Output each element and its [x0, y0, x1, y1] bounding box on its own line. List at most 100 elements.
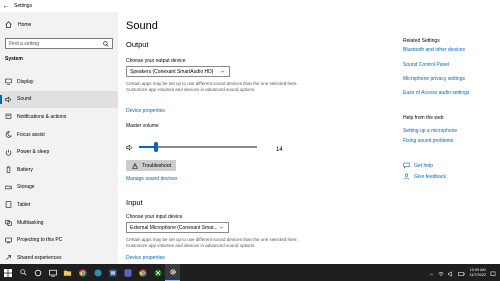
- related-link-bluetooth[interactable]: Bluetooth and other devices: [403, 47, 465, 53]
- troubleshoot-button[interactable]: Troubleshoot: [126, 160, 176, 171]
- sidebar-item-notifications[interactable]: Notifications & actions: [0, 108, 118, 126]
- chrome-icon: [78, 268, 87, 277]
- master-volume-slider[interactable]: [139, 142, 257, 152]
- input-device-dropdown[interactable]: External Microphone (Conexant Smar...: [126, 222, 229, 233]
- taskbar-app-chrome[interactable]: [75, 264, 90, 281]
- edge-icon: [93, 268, 102, 277]
- volume-value: 14: [276, 147, 283, 153]
- sidebar: Home System Display Sound Notifications …: [0, 12, 118, 264]
- display-icon: [5, 78, 12, 85]
- sidebar-item-label: Notifications & actions: [17, 113, 67, 120]
- related-settings-heading: Related Settings: [403, 38, 440, 44]
- search-box[interactable]: [5, 38, 113, 49]
- input-device-properties-link[interactable]: Device properties: [126, 255, 165, 261]
- output-heading: Output: [126, 40, 149, 49]
- manage-sound-devices-link[interactable]: Manage sound devices: [126, 176, 177, 182]
- sidebar-item-label: Battery: [17, 166, 33, 173]
- related-link-sound-control-panel[interactable]: Sound Control Panel: [403, 62, 449, 68]
- give-feedback-link[interactable]: Give feedback: [403, 173, 446, 180]
- sidebar-item-label: Display: [17, 78, 34, 85]
- sidebar-item-display[interactable]: Display: [0, 73, 118, 91]
- taskbar-app-teams[interactable]: [120, 264, 135, 281]
- taskbar-app-chrome-2[interactable]: [135, 264, 150, 281]
- taskbar-app-word[interactable]: W: [105, 264, 120, 281]
- task-view-icon: [34, 269, 41, 276]
- taskbar-app-file-explorer[interactable]: [60, 264, 75, 281]
- sidebar-item-power-sleep[interactable]: Power & sleep: [0, 143, 118, 161]
- taskbar-app-widgets[interactable]: [45, 264, 60, 281]
- sidebar-item-label: Multitasking: [17, 219, 44, 226]
- sidebar-item-label: Shared experiences: [17, 254, 62, 261]
- windows-logo-icon: [4, 268, 12, 277]
- home-icon: [5, 21, 12, 28]
- battery-tray-icon[interactable]: [458, 264, 466, 281]
- warning-icon: [131, 162, 138, 169]
- sidebar-item-focus-assist[interactable]: Focus assist: [0, 126, 118, 144]
- sidebar-item-label: Projecting to this PC: [17, 237, 63, 244]
- sidebar-item-multitasking[interactable]: Multitasking: [0, 214, 118, 232]
- window-title: Settings: [14, 3, 33, 9]
- taskbar: W 10:09 AM 11/7/2022: [0, 264, 500, 281]
- folder-icon: [63, 270, 72, 276]
- sidebar-item-sound[interactable]: Sound: [0, 90, 118, 109]
- home-link[interactable]: Home: [5, 21, 31, 28]
- title-bar: ← Settings: [0, 0, 500, 12]
- sidebar-item-label: Storage: [17, 184, 35, 191]
- taskbar-search-button[interactable]: [16, 264, 30, 281]
- output-device-label: Choose your output device: [126, 58, 186, 64]
- svg-text:W: W: [110, 271, 115, 277]
- output-device-properties-link[interactable]: Device properties: [126, 108, 165, 114]
- output-device-dropdown[interactable]: Speakers (Conexant SmartAudio HD): [126, 66, 230, 77]
- sidebar-item-label: Power & sleep: [17, 149, 50, 156]
- search-input[interactable]: [9, 40, 99, 47]
- input-device-label: Choose your input device: [126, 214, 183, 220]
- clock[interactable]: 10:09 AM 11/7/2022: [469, 268, 486, 278]
- word-icon: W: [108, 268, 117, 277]
- tablet-icon: [5, 201, 12, 209]
- gear-icon: [169, 269, 176, 275]
- search-icon: [19, 269, 27, 276]
- output-device-value: Speakers (Conexant SmartAudio HD): [130, 68, 214, 75]
- chevron-down-icon: [218, 224, 225, 231]
- troubleshoot-label: Troubleshoot: [142, 162, 171, 169]
- search-icon[interactable]: [102, 40, 109, 47]
- system-tray: 10:09 AM 11/7/2022: [429, 264, 500, 281]
- volume-tray-icon[interactable]: [448, 264, 454, 281]
- sidebar-item-projecting[interactable]: Projecting to this PC: [0, 231, 118, 249]
- input-heading: Input: [126, 198, 143, 207]
- get-help-link[interactable]: Get help: [403, 162, 433, 169]
- sidebar-item-tablet[interactable]: Tablet: [0, 196, 118, 214]
- start-button[interactable]: [0, 264, 16, 281]
- speaker-icon: [5, 96, 12, 103]
- main-content: Sound Output Choose your output device S…: [118, 12, 500, 264]
- chevron-up-icon[interactable]: [429, 264, 434, 281]
- volume-thumb[interactable]: [153, 142, 158, 152]
- taskbar-app-xbox[interactable]: [150, 264, 165, 281]
- notifications-tray-icon[interactable]: [490, 264, 496, 281]
- related-link-ease-of-access-audio[interactable]: Ease of Access audio settings: [403, 90, 469, 96]
- master-volume-label: Master volume: [126, 123, 159, 129]
- moon-icon: [5, 131, 12, 138]
- feedback-icon: [403, 173, 410, 180]
- chevron-down-icon: [219, 68, 226, 75]
- sidebar-item-battery[interactable]: Battery: [0, 161, 118, 179]
- help-link-sound-problems[interactable]: Fixing sound problems: [403, 138, 453, 144]
- battery-icon: [5, 166, 12, 173]
- sidebar-item-storage[interactable]: Storage: [0, 179, 118, 197]
- help-link-microphone[interactable]: Setting up a microphone: [403, 128, 457, 134]
- clock-date: 11/7/2022: [469, 272, 486, 277]
- clock-time: 10:09 AM: [469, 267, 486, 272]
- task-view-button[interactable]: [30, 264, 45, 281]
- taskbar-app-edge[interactable]: [90, 264, 105, 281]
- back-arrow-icon[interactable]: ←: [0, 0, 12, 12]
- multitasking-icon: [5, 219, 12, 226]
- taskbar-app-settings[interactable]: [165, 264, 180, 281]
- shared-icon: [5, 254, 12, 261]
- speaker-icon[interactable]: [126, 143, 133, 151]
- get-help-label: Get help: [414, 162, 433, 169]
- wifi-icon[interactable]: [438, 264, 444, 281]
- section-title: System: [5, 56, 23, 62]
- notifications-icon: [5, 113, 12, 120]
- related-link-microphone-privacy[interactable]: Microphone privacy settings: [403, 76, 465, 82]
- sidebar-item-label: Tablet: [17, 201, 31, 208]
